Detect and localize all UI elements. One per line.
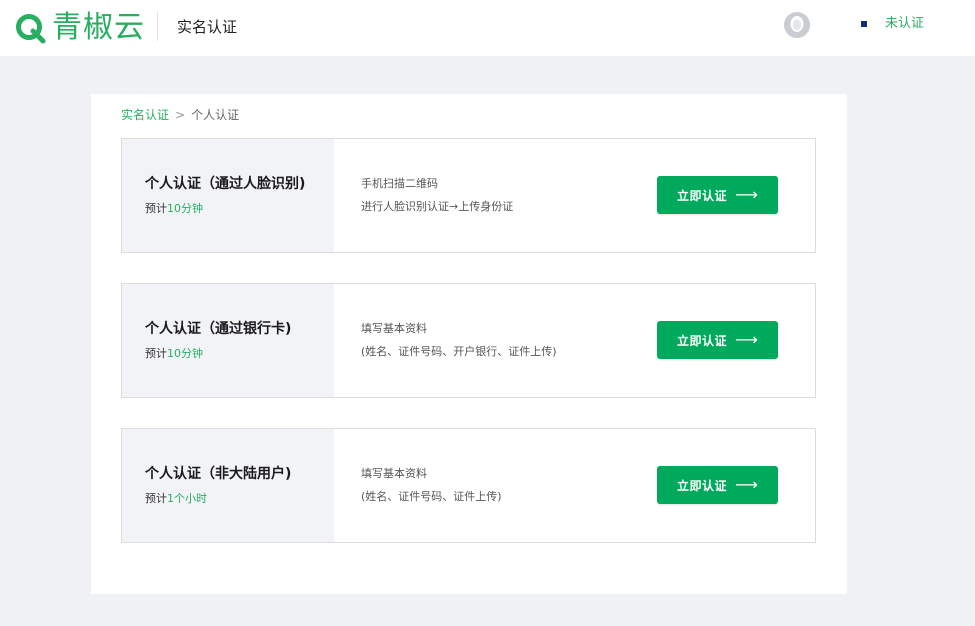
top-bar: 青椒云 实名认证 未认证 — [0, 0, 975, 56]
header-divider — [157, 11, 158, 41]
estimate-value: 1个小时 — [167, 492, 207, 505]
estimate-label: 预计 — [145, 492, 167, 505]
button-label: 立即认证 — [677, 478, 728, 493]
card-description-line1: 填写基本资料 — [361, 322, 427, 335]
card-description-line1: 填写基本资料 — [361, 467, 427, 480]
button-label: 立即认证 — [677, 188, 728, 203]
page-title: 实名认证 — [177, 18, 238, 36]
card-summary: 个人认证（通过人脸识别) 预计10分钟 — [122, 139, 334, 252]
card-title: 个人认证（通过银行卡) — [145, 321, 292, 337]
verification-status[interactable]: 未认证 — [885, 15, 924, 33]
status-dot-icon — [861, 21, 867, 27]
estimate-value: 10分钟 — [167, 202, 203, 215]
card-summary: 个人认证（通过银行卡) 预计10分钟 — [122, 284, 334, 397]
card-title: 个人认证（非大陆用户) — [145, 466, 292, 482]
main-panel: 实名认证 > 个人认证 个人认证（通过人脸识别) 预计10分钟 手机扫描二维码 进行… — [91, 94, 847, 594]
verify-option-card: 个人认证（通过人脸识别) 预计10分钟 手机扫描二维码 进行人脸识别认证→上传身… — [121, 138, 816, 253]
breadcrumb-current: 个人认证 — [191, 108, 240, 122]
user-avatar-icon — [784, 12, 810, 38]
verify-option-card: 个人认证（通过银行卡) 预计10分钟 填写基本资料 (姓名、证件号码、开户银行、… — [121, 283, 816, 398]
estimate-label: 预计 — [145, 202, 167, 215]
logo[interactable]: 青椒云 — [14, 8, 145, 48]
avatar[interactable] — [784, 12, 810, 38]
verify-now-button[interactable]: 立即认证 ⟶ — [657, 176, 778, 214]
estimate-value: 10分钟 — [167, 347, 203, 360]
logo-text: 青椒云 — [52, 10, 145, 45]
breadcrumb-root[interactable]: 实名认证 — [121, 108, 169, 122]
estimate-label: 预计 — [145, 347, 167, 360]
card-estimate: 预计10分钟 — [145, 347, 203, 361]
card-summary: 个人认证（非大陆用户) 预计1个小时 — [122, 429, 334, 542]
verify-now-button[interactable]: 立即认证 ⟶ — [657, 466, 778, 504]
card-description-line1: 手机扫描二维码 — [361, 177, 438, 190]
breadcrumb-separator: > — [175, 108, 186, 122]
card-description-line2: (姓名、证件号码、证件上传) — [361, 490, 502, 503]
card-description-line2: 进行人脸识别认证→上传身份证 — [361, 200, 514, 213]
arrow-right-icon: ⟶ — [735, 330, 758, 349]
card-description-line2: (姓名、证件号码、开户银行、证件上传) — [361, 345, 557, 358]
card-estimate: 预计1个小时 — [145, 492, 207, 506]
arrow-right-icon: ⟶ — [735, 185, 758, 204]
verify-option-card: 个人认证（非大陆用户) 预计1个小时 填写基本资料 (姓名、证件号码、证件上传)… — [121, 428, 816, 543]
card-estimate: 预计10分钟 — [145, 202, 203, 216]
button-label: 立即认证 — [677, 333, 728, 348]
verify-now-button[interactable]: 立即认证 ⟶ — [657, 321, 778, 359]
breadcrumb: 实名认证 > 个人认证 — [121, 107, 239, 123]
logo-q-icon — [16, 14, 46, 44]
card-title: 个人认证（通过人脸识别) — [145, 176, 306, 192]
arrow-right-icon: ⟶ — [735, 475, 758, 494]
